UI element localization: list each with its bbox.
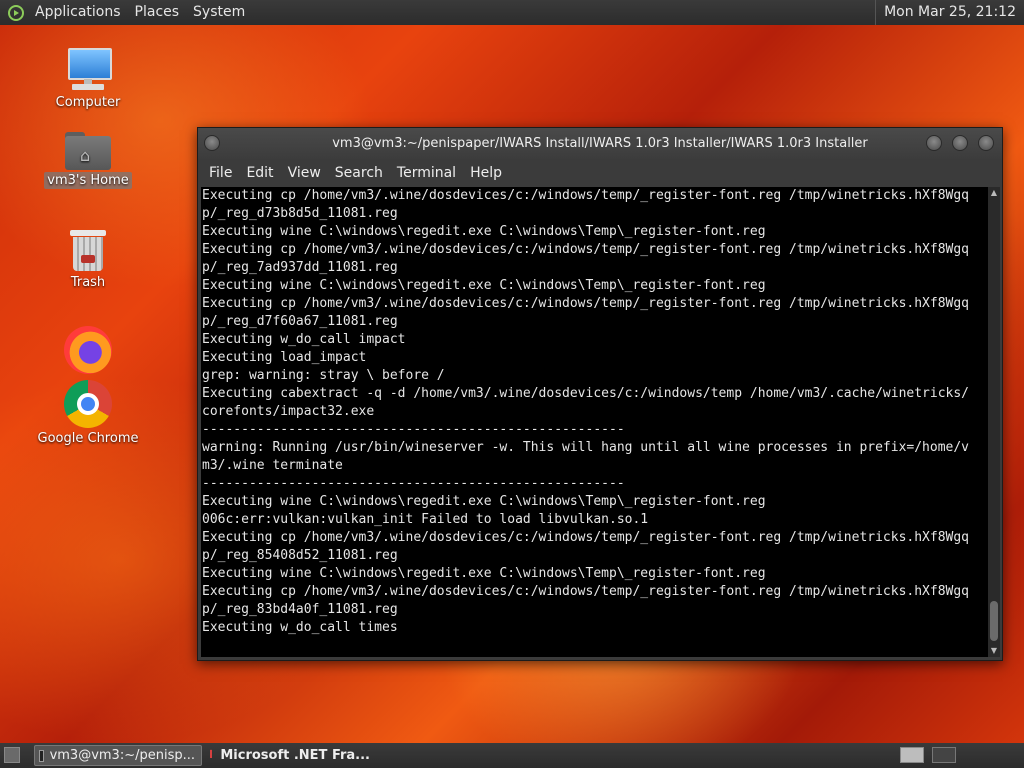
- terminal-line: Executing cp /home/vm3/.wine/dosdevices/…: [202, 584, 970, 599]
- scrollbar-thumb[interactable]: [990, 601, 998, 641]
- terminal-line: Executing load_impact: [202, 350, 367, 365]
- workspace-1[interactable]: [900, 747, 924, 763]
- terminal-line: Executing cabextract -q -d /home/vm3/.wi…: [202, 386, 970, 401]
- terminal-line: Executing cp /home/vm3/.wine/dosdevices/…: [202, 530, 970, 545]
- distro-logo-icon[interactable]: [8, 4, 24, 21]
- taskbar-item-label: Microsoft .NET Fra...: [220, 748, 370, 763]
- show-desktop-icon[interactable]: [4, 747, 20, 763]
- desktop-icon-home[interactable]: ⌂ vm3's Home: [33, 130, 143, 189]
- scroll-up-icon[interactable]: ▲: [988, 187, 1000, 199]
- menu-help[interactable]: Help: [463, 165, 509, 181]
- window-title: vm3@vm3:~/penispaper/IWARS Install/IWARS…: [332, 136, 868, 151]
- workspace-2[interactable]: [932, 747, 956, 763]
- applications-menu[interactable]: Applications: [28, 0, 128, 25]
- terminal-line: Executing w_do_call times: [202, 620, 398, 635]
- trash-icon: [70, 228, 106, 272]
- home-folder-icon: ⌂: [65, 130, 111, 170]
- scroll-down-icon[interactable]: ▼: [988, 645, 1000, 657]
- terminal-line: warning: Running /usr/bin/wineserver -w.…: [202, 440, 970, 455]
- terminal-scrollbar[interactable]: ▲ ▼: [988, 187, 1000, 657]
- terminal-line: Executing wine C:\windows\regedit.exe C:…: [202, 494, 766, 509]
- menu-edit[interactable]: Edit: [239, 165, 280, 181]
- terminal-line: Executing cp /home/vm3/.wine/dosdevices/…: [202, 242, 970, 257]
- terminal-line: p/_reg_83bd4a0f_11081.reg: [202, 602, 398, 617]
- terminal-line: corefonts/impact32.exe: [202, 404, 375, 419]
- terminal-line: ----------------------------------------…: [202, 476, 625, 491]
- terminal-line: p/_reg_d73b8d5d_11081.reg: [202, 206, 398, 221]
- terminal-icon: [39, 749, 44, 762]
- taskbar-item-label: vm3@vm3:~/penisp...: [49, 748, 195, 763]
- terminal-line: 006c:err:vulkan:vulkan_init Failed to lo…: [202, 512, 649, 527]
- maximize-button[interactable]: [952, 135, 968, 151]
- terminal-output[interactable]: Executing cp /home/vm3/.wine/dosdevices/…: [201, 187, 988, 657]
- desktop-icon-label: Trash: [70, 275, 106, 290]
- window-menu-button[interactable]: [204, 135, 220, 151]
- menu-search[interactable]: Search: [328, 165, 390, 181]
- terminal-menubar: File Edit View Search Terminal Help: [198, 159, 1002, 187]
- terminal-line: p/_reg_85408d52_11081.reg: [202, 548, 398, 563]
- places-menu[interactable]: Places: [128, 0, 187, 25]
- clock[interactable]: Mon Mar 25, 21:12: [875, 0, 1024, 25]
- terminal-line: Executing wine C:\windows\regedit.exe C:…: [202, 278, 766, 293]
- minimize-button[interactable]: [926, 135, 942, 151]
- taskbar-item-dotnet[interactable]: Microsoft .NET Fra...: [206, 745, 376, 766]
- terminal-line: Executing cp /home/vm3/.wine/dosdevices/…: [202, 296, 970, 311]
- firefox-icon: [64, 326, 112, 374]
- terminal-line: Executing cp /home/vm3/.wine/dosdevices/…: [202, 188, 970, 203]
- chrome-icon: [64, 380, 112, 428]
- window-titlebar[interactable]: vm3@vm3:~/penispaper/IWARS Install/IWARS…: [198, 128, 1002, 159]
- terminal-line: p/_reg_7ad937dd_11081.reg: [202, 260, 398, 275]
- terminal-line: Executing w_do_call impact: [202, 332, 406, 347]
- desktop-icon-trash[interactable]: Trash: [33, 228, 143, 291]
- menu-file[interactable]: File: [202, 165, 239, 181]
- menu-view[interactable]: View: [281, 165, 328, 181]
- desktop-icon-label: Computer: [55, 95, 121, 110]
- close-button[interactable]: [978, 135, 994, 151]
- desktop-icon-label: Google Chrome: [37, 431, 139, 446]
- desktop-icon-computer[interactable]: Computer: [33, 46, 143, 111]
- terminal-line: Executing wine C:\windows\regedit.exe C:…: [202, 566, 766, 581]
- system-menu[interactable]: System: [186, 0, 252, 25]
- terminal-line: Executing wine C:\windows\regedit.exe C:…: [202, 224, 766, 239]
- terminal-window[interactable]: vm3@vm3:~/penispaper/IWARS Install/IWARS…: [197, 127, 1003, 661]
- terminal-line: m3/.wine terminate: [202, 458, 343, 473]
- terminal-line: p/_reg_d7f60a67_11081.reg: [202, 314, 398, 329]
- desktop-icon-label: vm3's Home: [44, 172, 132, 189]
- top-panel: Applications Places System Mon Mar 25, 2…: [0, 0, 1024, 25]
- bottom-panel: vm3@vm3:~/penisp... Microsoft .NET Fra..…: [0, 743, 1024, 768]
- top-menu: Applications Places System: [28, 0, 252, 25]
- wine-glass-icon: [210, 748, 213, 763]
- computer-icon: [64, 46, 112, 92]
- menu-terminal[interactable]: Terminal: [390, 165, 463, 181]
- desktop-icon-firefox[interactable]: [33, 326, 143, 374]
- terminal-line: grep: warning: stray \ before /: [202, 368, 445, 383]
- desktop-icon-chrome[interactable]: Google Chrome: [33, 380, 143, 447]
- taskbar-item-terminal[interactable]: vm3@vm3:~/penisp...: [34, 745, 202, 766]
- terminal-line: ----------------------------------------…: [202, 422, 625, 437]
